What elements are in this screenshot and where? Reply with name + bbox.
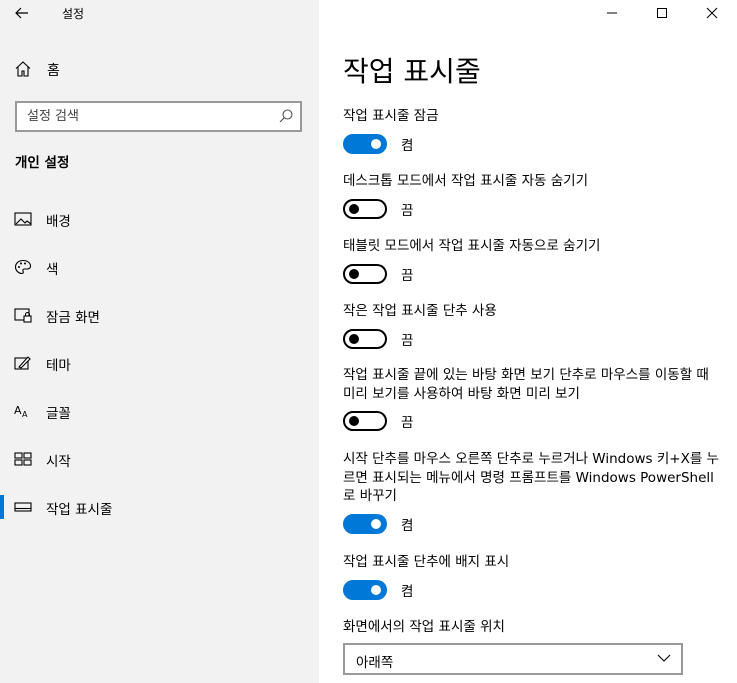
close-icon: [706, 7, 718, 19]
search-icon[interactable]: [278, 108, 294, 124]
minimize-icon: [607, 12, 617, 14]
toggle-knob: [349, 416, 359, 426]
toggle-row[interactable]: 끔: [343, 411, 723, 431]
setting-badges: 작업 표시줄 단추에 배지 표시 켬: [343, 553, 723, 600]
sidebar-item-taskbar[interactable]: 작업 표시줄: [0, 487, 319, 527]
toggle-knob: [371, 138, 381, 149]
sidebar-item-label: 글꼴: [46, 406, 71, 422]
active-indicator: [0, 495, 4, 519]
palette-icon: [14, 259, 32, 275]
sidebar-item-background[interactable]: 배경: [0, 199, 319, 239]
sidebar-item-label: 시작: [46, 454, 71, 470]
search-input[interactable]: [17, 103, 267, 130]
toggle-state-label: 끔: [401, 332, 414, 349]
back-arrow-icon: [15, 7, 28, 19]
toggle-state-label: 끔: [401, 267, 414, 284]
sidebar-item-label: 홈: [47, 63, 60, 79]
minimize-button[interactable]: [587, 0, 637, 26]
toggle-knob: [349, 268, 359, 279]
main-content: 작업 표시줄 작업 표시줄 잠금 켬 데스크톱 모드에서 작업 표시줄 자동 숨…: [319, 0, 737, 683]
toggle-knob: [349, 203, 359, 214]
sidebar-item-label: 테마: [46, 358, 71, 374]
sidebar-item-lock-screen[interactable]: 잠금 화면: [0, 295, 319, 335]
toggle-switch[interactable]: [343, 328, 387, 349]
setting-auto-hide-tablet: 태블릿 모드에서 작업 표시줄 자동으로 숨기기 끔: [343, 237, 723, 284]
setting-peek: 작업 표시줄 끝에 있는 바탕 화면 보기 단추로 마우스를 이동할 때 미리 …: [343, 366, 723, 431]
search-box[interactable]: [15, 101, 302, 132]
page-title: 작업 표시줄: [343, 55, 481, 88]
setting-title: 작업 표시줄 잠금: [343, 108, 439, 124]
toggle-switch[interactable]: [343, 198, 387, 219]
toggle-state-label: 끔: [401, 202, 414, 219]
toggle-state-label: 끔: [401, 415, 414, 431]
setting-title: 태블릿 모드에서 작업 표시줄 자동으로 숨기기: [343, 238, 601, 254]
close-button[interactable]: [687, 0, 737, 26]
sidebar: 설정 홈 개인 설정 배경 색 잠금 화면 테마 AA 글꼴 시작 작업 표시줄: [0, 0, 319, 683]
setting-auto-hide-desktop: 데스크톱 모드에서 작업 표시줄 자동 숨기기 끔: [343, 172, 723, 219]
window-controls: [587, 0, 737, 26]
setting-title: 작업 표시줄 단추에 배지 표시: [343, 554, 510, 570]
sidebar-item-theme[interactable]: 테마: [0, 343, 319, 383]
sidebar-item-label: 잠금 화면: [46, 310, 100, 326]
setting-title: 데스크톱 모드에서 작업 표시줄 자동 숨기기: [343, 173, 589, 189]
toggle-switch[interactable]: [343, 411, 387, 431]
toggle-knob: [349, 333, 359, 344]
svg-text:A: A: [14, 404, 22, 417]
setting-small-buttons: 작은 작업 표시줄 단추 사용 끔: [343, 302, 723, 349]
theme-icon: [14, 356, 31, 370]
setting-lock-taskbar: 작업 표시줄 잠금 켬: [343, 107, 723, 154]
toggle-knob: [371, 584, 381, 595]
back-button[interactable]: [10, 3, 34, 23]
toggle-row[interactable]: 끔: [343, 328, 723, 349]
taskbar-position-dropdown[interactable]: 아래쪽: [343, 643, 683, 675]
sidebar-item-label: 색: [46, 262, 59, 278]
sidebar-item-label: 배경: [46, 214, 71, 230]
toggle-switch[interactable]: [343, 263, 387, 284]
toggle-state-label: 켬: [401, 583, 414, 600]
dropdown-value: 아래쪽: [356, 655, 394, 671]
sidebar-item-home[interactable]: 홈: [0, 52, 319, 86]
setting-title: 시작 단추를 마우스 오른쪽 단추로 누르거나 Windows 키+X를 누르면…: [343, 451, 719, 504]
sidebar-item-fonts[interactable]: AA 글꼴: [0, 391, 319, 431]
maximize-button[interactable]: [637, 0, 687, 26]
toggle-row[interactable]: 켬: [343, 133, 723, 154]
lock-screen-icon: [14, 308, 32, 323]
chevron-down-icon: [657, 654, 671, 662]
toggle-switch[interactable]: [343, 133, 387, 154]
toggle-row[interactable]: 끔: [343, 263, 723, 284]
toggle-knob: [371, 518, 381, 529]
title-bar: 설정: [0, 0, 319, 26]
toggle-row[interactable]: 끔: [343, 198, 723, 219]
home-icon: [15, 61, 31, 77]
app-title: 설정: [62, 7, 85, 21]
setting-title: 작은 작업 표시줄 단추 사용: [343, 303, 497, 319]
taskbar-icon: [14, 502, 32, 512]
sidebar-item-color[interactable]: 색: [0, 247, 319, 287]
picture-icon: [14, 212, 32, 226]
toggle-switch[interactable]: [343, 579, 387, 600]
toggle-row[interactable]: 켬: [343, 513, 723, 534]
svg-text:A: A: [22, 410, 28, 419]
setting-position: 화면에서의 작업 표시줄 위치: [343, 618, 723, 637]
toggle-state-label: 켬: [401, 517, 414, 534]
setting-title: 화면에서의 작업 표시줄 위치: [343, 619, 505, 635]
maximize-icon: [657, 8, 667, 18]
sidebar-item-label: 작업 표시줄: [46, 502, 113, 518]
font-icon: AA: [14, 404, 28, 419]
start-icon: [14, 452, 32, 466]
setting-title: 작업 표시줄 끝에 있는 바탕 화면 보기 단추로 마우스를 이동할 때 미리 …: [343, 367, 709, 402]
section-title: 개인 설정: [15, 155, 70, 171]
toggle-row[interactable]: 켬: [343, 579, 723, 600]
setting-powershell: 시작 단추를 마우스 오른쪽 단추로 누르거나 Windows 키+X를 누르면…: [343, 450, 723, 534]
sidebar-item-start[interactable]: 시작: [0, 439, 319, 479]
toggle-switch[interactable]: [343, 513, 387, 534]
toggle-state-label: 켬: [401, 137, 414, 154]
